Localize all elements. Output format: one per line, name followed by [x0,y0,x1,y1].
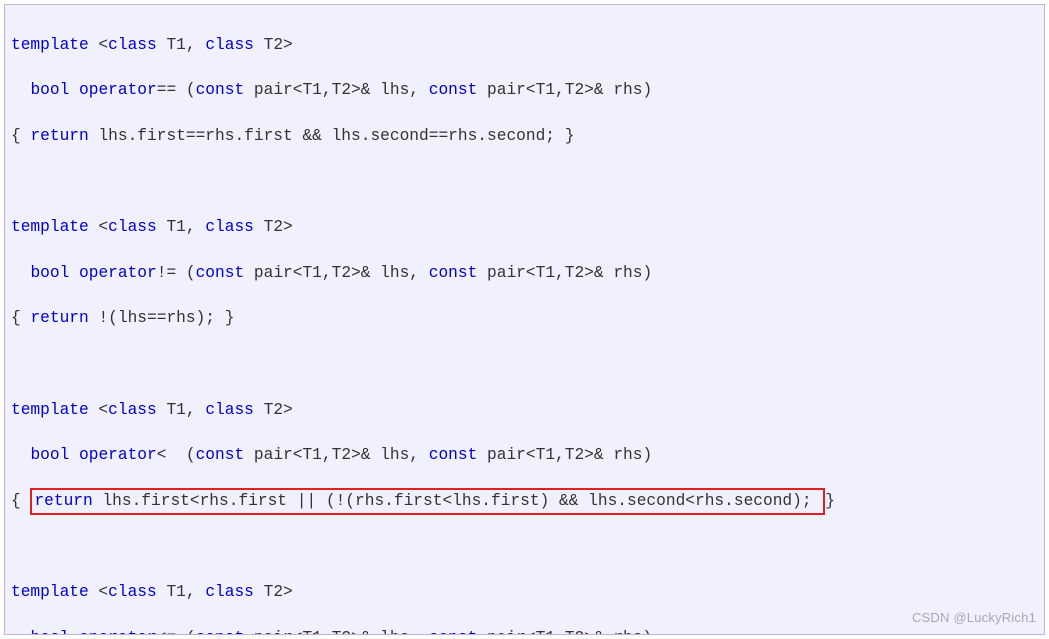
kw-template: template [11,401,89,419]
kw-bool: bool [30,446,69,464]
kw-return: return [30,309,88,327]
kw-class: class [205,218,254,236]
kw-operator: operator [79,264,157,282]
code-line: template <class T1, class T2> [11,216,1038,239]
code-line: bool operator< (const pair<T1,T2>& lhs, … [11,444,1038,467]
kw-class: class [205,36,254,54]
kw-template: template [11,36,89,54]
blank-line [11,171,1038,194]
kw-class: class [205,583,254,601]
kw-const: const [196,264,245,282]
highlight-box: return lhs.first<rhs.first || (!(rhs.fir… [30,488,825,515]
kw-const: const [196,81,245,99]
kw-class: class [108,401,157,419]
kw-bool: bool [30,264,69,282]
blank-line [11,353,1038,376]
kw-return: return [30,127,88,145]
kw-bool: bool [30,629,69,635]
kw-const: const [429,81,478,99]
kw-operator: operator [79,629,157,635]
kw-const: const [429,264,478,282]
code-line: bool operator<= (const pair<T1,T2>& lhs,… [11,627,1038,635]
kw-const: const [196,629,245,635]
code-line: template <class T1, class T2> [11,581,1038,604]
blank-line [11,535,1038,558]
kw-return: return [34,492,92,510]
code-line: bool operator!= (const pair<T1,T2>& lhs,… [11,262,1038,285]
kw-class: class [108,36,157,54]
code-line: template <class T1, class T2> [11,399,1038,422]
kw-const: const [429,629,478,635]
code-line-highlighted: { return lhs.first<rhs.first || (!(rhs.f… [11,490,1038,513]
kw-class: class [108,583,157,601]
code-line: { return !(lhs==rhs); } [11,307,1038,330]
code-line: bool operator== (const pair<T1,T2>& lhs,… [11,79,1038,102]
kw-const: const [196,446,245,464]
kw-operator: operator [79,446,157,464]
code-line: template <class T1, class T2> [11,34,1038,57]
kw-class: class [205,401,254,419]
code-line: { return lhs.first==rhs.first && lhs.sec… [11,125,1038,148]
kw-const: const [429,446,478,464]
kw-class: class [108,218,157,236]
kw-operator: operator [79,81,157,99]
kw-template: template [11,218,89,236]
kw-template: template [11,583,89,601]
code-block: template <class T1, class T2> bool opera… [4,4,1045,635]
kw-bool: bool [30,81,69,99]
